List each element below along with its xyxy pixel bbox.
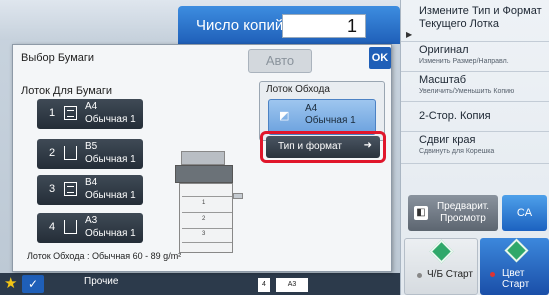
copies-label: Число копий [196, 17, 284, 34]
copies-panel: Число копий 1 [178, 6, 400, 44]
bypass-info-text: Лоток Обхода : Обычная 60 - 89 g/m² [27, 251, 182, 261]
paper-stack-icon [64, 106, 77, 120]
tray-type: Обычная 1 [85, 190, 136, 201]
other-button[interactable]: Прочие [84, 276, 118, 287]
tray-section-label: Лоток Для Бумаги [21, 85, 113, 97]
item-title: Оригинал [419, 44, 469, 56]
printer-drawer-line [182, 196, 232, 197]
color-start-label: Цвет Старт [502, 268, 530, 290]
item-subtitle: Изменить Размер/Направл. [419, 58, 509, 65]
tray-type: Обычная 1 [85, 228, 136, 239]
paper-select-dialog: Выбор Бумаги Авто OK Лоток Для Бумаги 1 … [12, 44, 392, 272]
scale-item[interactable]: Масштаб Увеличить/Уменьшить Копию [401, 72, 549, 102]
printer-illustration: 1 2 3 [175, 145, 245, 253]
tray-type: Обычная 1 [85, 154, 136, 165]
tray-4-button[interactable]: 4 A3 Обычная 1 [37, 213, 143, 243]
item-title: Измените Тип и Формат Текущего Лотка [419, 5, 542, 30]
ok-button[interactable]: OK [369, 47, 391, 69]
bypass-tray-button[interactable]: ◩ A4 Обычная 1 [268, 99, 376, 135]
tray-size: A4 [85, 101, 98, 112]
dialog-title: Выбор Бумаги [21, 52, 95, 64]
type-format-button[interactable]: Тип и формат ➜ [266, 136, 380, 158]
printer-scanner [175, 165, 233, 183]
printer-drawer-line [182, 212, 232, 213]
star-icon[interactable]: ★ [4, 276, 20, 292]
tray-size: B4 [85, 177, 98, 188]
change-tray-type-item[interactable]: Измените Тип и Формат Текущего Лотка [401, 0, 549, 42]
bypass-tray-icon: ◩ [279, 110, 290, 122]
bypass-tray-graphic [233, 193, 243, 199]
doc-size: A3 [276, 278, 308, 292]
printer-drawer-line [182, 242, 232, 243]
bypass-size: A4 [305, 103, 318, 114]
drawer-number: 2 [202, 216, 206, 222]
item-title: Сдвиг края [419, 134, 476, 146]
clear-all-button[interactable]: CA [502, 195, 547, 231]
tray-size: A3 [85, 215, 98, 226]
bottom-bar [0, 273, 400, 295]
item-title: 2-Стор. Копия [419, 110, 491, 122]
bw-start-label: Ч/Б Старт [427, 269, 473, 280]
tray-number: 2 [49, 147, 56, 159]
item-subtitle: Сдвинуть для Корешка [419, 148, 495, 155]
tray-type: Обычная 1 [85, 114, 136, 125]
margin-shift-item[interactable]: Сдвиг края Сдвинуть для Корешка [401, 132, 549, 164]
tray-number: 1 [49, 107, 56, 119]
arrow-right-icon: ➜ [363, 140, 372, 151]
original-item[interactable]: Оригинал Изменить Размер/Направл. [401, 42, 549, 72]
color-start-button[interactable]: Цвет Старт [480, 238, 549, 295]
printer-top [181, 151, 225, 165]
item-subtitle: Увеличить/Уменьшить Копию [419, 88, 515, 95]
item-title: Масштаб [419, 74, 467, 86]
start-icon [429, 239, 454, 264]
doc-count: 4 [258, 278, 270, 292]
color-indicator-icon [490, 272, 495, 277]
auto-button[interactable]: Авто [248, 49, 312, 73]
tray-2-button[interactable]: 2 B5 Обычная 1 [37, 139, 143, 169]
bypass-type: Обычная 1 [305, 115, 356, 126]
duplex-copy-item[interactable]: 2-Стор. Копия [401, 102, 549, 132]
preview-icon: ◧ [414, 206, 428, 220]
type-format-label: Тип и формат [278, 141, 342, 152]
printer-drawer-line [182, 228, 232, 229]
check-icon[interactable]: ✓ [22, 275, 44, 293]
paper-stack-icon [64, 182, 77, 196]
copies-input[interactable]: 1 [282, 14, 366, 38]
preview-button[interactable]: ◧ Предварит. Просмотр [408, 195, 498, 231]
tray-icon [64, 146, 77, 160]
printer-body: 1 2 3 [179, 183, 233, 253]
tray-number: 3 [49, 183, 56, 195]
preview-label: Предварит. Просмотр [436, 201, 490, 224]
tray-size: B5 [85, 141, 98, 152]
drawer-number: 3 [202, 231, 206, 237]
tray-number: 4 [49, 221, 56, 233]
bypass-label: Лоток Обхода [266, 84, 330, 95]
bw-indicator-icon [417, 273, 422, 278]
tray-1-button[interactable]: 1 A4 Обычная 1 [37, 99, 143, 129]
bw-start-button[interactable]: Ч/Б Старт [404, 238, 478, 295]
start-icon [504, 238, 529, 263]
drawer-number: 1 [202, 200, 206, 206]
tray-icon [64, 220, 77, 234]
tray-3-button[interactable]: 3 B4 Обычная 1 [37, 175, 143, 205]
